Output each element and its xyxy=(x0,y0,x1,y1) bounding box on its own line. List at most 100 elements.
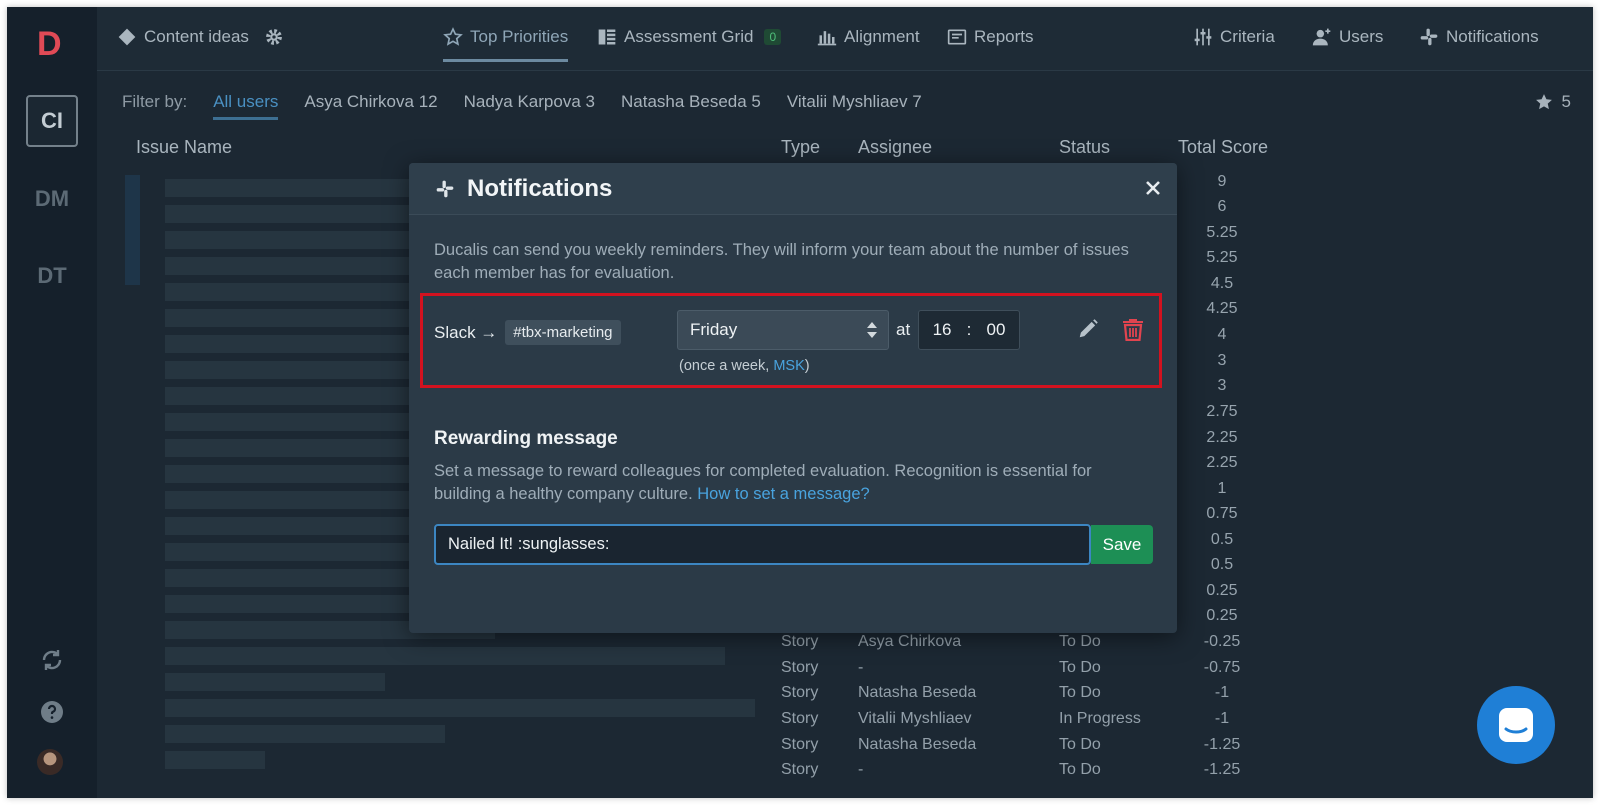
score-value: 2.75 xyxy=(1206,403,1238,420)
column-assignee[interactable]: Assignee xyxy=(858,137,932,158)
user-filter: Filter by: All users Asya Chirkova 12 Na… xyxy=(122,92,922,120)
row-type: Story xyxy=(781,736,819,753)
hour-field[interactable]: 16 xyxy=(933,320,952,340)
column-type[interactable]: Type xyxy=(781,137,820,158)
frequency-note: (once a week, MSK) xyxy=(679,358,810,374)
nav-label: Criteria xyxy=(1220,27,1275,46)
refresh-icon[interactable] xyxy=(40,648,64,672)
time-input[interactable]: 16 : 00 xyxy=(918,310,1020,350)
nav-criteria[interactable]: Criteria xyxy=(1193,27,1275,47)
notifications-modal: Notifications Ducalis can send you weekl… xyxy=(409,163,1177,633)
timezone-link[interactable]: MSK xyxy=(773,358,804,374)
app-logo[interactable]: D xyxy=(37,25,62,64)
workspace-dm[interactable]: DM xyxy=(26,173,78,225)
row-assignee: - xyxy=(858,761,864,778)
slack-icon xyxy=(1420,28,1438,46)
chat-launcher[interactable] xyxy=(1477,686,1555,764)
modal-title: Notifications xyxy=(467,174,613,202)
filter-all-users[interactable]: All users xyxy=(213,92,279,120)
favorites-filter[interactable]: 5 xyxy=(1534,92,1571,112)
score-value: 4 xyxy=(1217,326,1227,343)
row-status: To Do xyxy=(1059,736,1101,753)
weekday-select[interactable]: Friday xyxy=(677,310,889,350)
row-status: In Progress xyxy=(1059,710,1141,727)
project-name: Content ideas xyxy=(144,27,249,46)
nav-notifications[interactable]: Notifications xyxy=(1419,27,1539,47)
score-value: 3 xyxy=(1217,377,1227,394)
delete-icon[interactable] xyxy=(1122,317,1144,341)
row-status: To Do xyxy=(1059,761,1101,778)
how-to-link[interactable]: How to set a message? xyxy=(697,485,869,503)
workspace-ci[interactable]: CI xyxy=(26,95,78,147)
diamond-icon xyxy=(118,28,136,46)
count-badge: 0 xyxy=(764,29,782,45)
top-navigation: Content ideas Top Priorities Assessment … xyxy=(97,7,1593,71)
row-status: To Do xyxy=(1059,684,1101,701)
row-score: -1.25 xyxy=(1203,736,1241,753)
selected-weekday: Friday xyxy=(690,320,738,339)
filter-user[interactable]: Vitalii Myshliaev 7 xyxy=(787,92,922,120)
save-button[interactable]: Save xyxy=(1091,525,1153,564)
chat-icon xyxy=(1499,708,1533,742)
tab-assessment-grid[interactable]: Assessment Grid 0 xyxy=(597,27,782,47)
row-type: Story xyxy=(781,761,819,778)
row-type: Story xyxy=(781,684,819,701)
slack-icon xyxy=(436,180,454,197)
nav-label: Notifications xyxy=(1446,27,1539,46)
filter-user[interactable]: Natasha Beseda 5 xyxy=(621,92,761,120)
reward-description: Set a message to reward colleagues for c… xyxy=(434,462,1092,503)
time-separator: : xyxy=(966,320,972,339)
row-assignee: Asya Chirkova xyxy=(858,633,962,650)
project-switcher[interactable]: Content ideas xyxy=(117,27,284,47)
grid-icon xyxy=(598,29,616,45)
favorites-count: 5 xyxy=(1561,92,1571,111)
row-score: -0.25 xyxy=(1203,633,1241,650)
column-total-score[interactable]: Total Score xyxy=(1178,137,1268,158)
add-user-icon xyxy=(1312,28,1331,46)
tab-alignment[interactable]: Alignment xyxy=(817,27,920,47)
score-value: 0.75 xyxy=(1206,505,1238,522)
filter-user[interactable]: Asya Chirkova 12 xyxy=(304,92,437,120)
filter-user[interactable]: Nadya Karpova 3 xyxy=(464,92,595,120)
help-icon[interactable] xyxy=(40,700,64,724)
minute-field[interactable]: 00 xyxy=(987,320,1006,340)
star-icon xyxy=(443,27,463,46)
edit-icon[interactable] xyxy=(1077,318,1099,340)
nav-users[interactable]: Users xyxy=(1312,27,1383,47)
tab-reports[interactable]: Reports xyxy=(947,27,1034,47)
tab-label: Top Priorities xyxy=(470,27,569,46)
user-avatar[interactable] xyxy=(37,749,63,775)
close-button[interactable] xyxy=(1145,175,1161,203)
tab-label: Alignment xyxy=(844,27,920,46)
score-value: 5.25 xyxy=(1206,249,1238,266)
tab-top-priorities[interactable]: Top Priorities xyxy=(443,27,569,62)
row-score: -1 xyxy=(1214,710,1230,727)
column-issue-name[interactable]: Issue Name xyxy=(136,137,232,158)
row-status: To Do xyxy=(1059,633,1101,650)
score-value: 2.25 xyxy=(1206,429,1238,446)
score-value: 1 xyxy=(1217,480,1227,497)
channel-tag: #tbx-marketing xyxy=(505,320,621,345)
star-icon xyxy=(1535,94,1552,110)
workspace-dt[interactable]: DT xyxy=(26,250,78,302)
reward-message-input[interactable]: Nailed It! :sunglasses: xyxy=(434,524,1091,565)
workspace-sidebar: D CI DM DT xyxy=(7,7,97,798)
row-assignee: Natasha Beseda xyxy=(858,684,977,701)
reminder-service: Slack → xyxy=(434,322,498,342)
row-type: Story xyxy=(781,633,819,650)
app-window: D CI DM DT Content ideas Top Priorities … xyxy=(7,7,1593,798)
select-arrows-icon xyxy=(867,322,877,338)
score-value: 5.25 xyxy=(1206,224,1238,241)
tab-label: Reports xyxy=(974,27,1034,46)
row-score: -0.75 xyxy=(1203,659,1241,676)
row-assignee: Vitalii Myshliaev xyxy=(858,710,972,727)
score-value: 3 xyxy=(1217,352,1227,369)
nav-label: Users xyxy=(1339,27,1384,46)
filter-label: Filter by: xyxy=(122,92,188,111)
score-value: 6 xyxy=(1217,198,1227,215)
column-status[interactable]: Status xyxy=(1059,137,1110,158)
reminder-target: Slack → #tbx-marketing xyxy=(434,320,621,345)
gear-icon[interactable] xyxy=(264,27,284,47)
reward-title: Rewarding message xyxy=(434,428,618,449)
modal-description: Ducalis can send you weekly reminders. T… xyxy=(434,241,1129,282)
